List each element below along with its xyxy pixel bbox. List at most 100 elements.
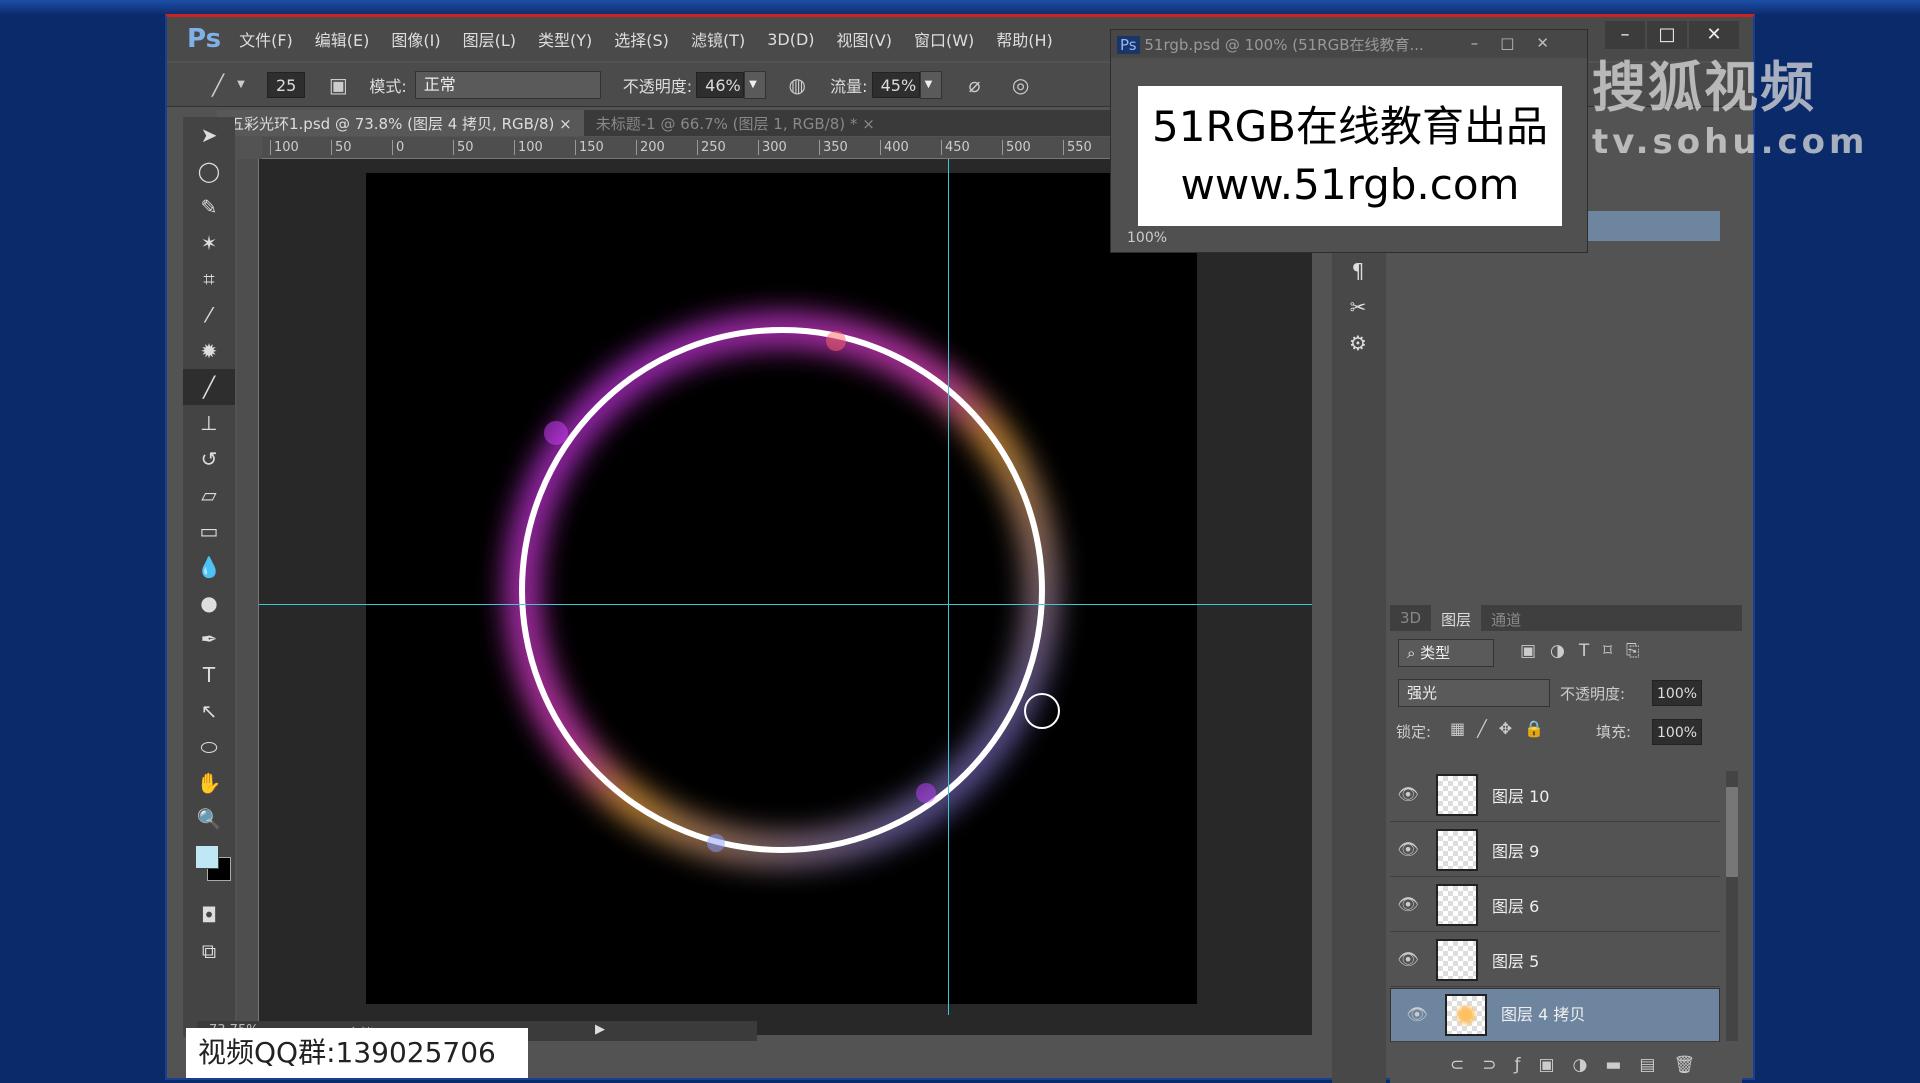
eraser-tool-icon[interactable]: ▱ <box>183 477 235 513</box>
horizontal-guide[interactable] <box>259 604 1312 605</box>
flow-dropdown[interactable]: ▼ <box>919 70 942 99</box>
menu-3d[interactable]: 3D(D) <box>767 30 814 49</box>
menu-type[interactable]: 类型(Y) <box>538 27 592 51</box>
menu-image[interactable]: 图像(I) <box>391 27 440 51</box>
promo-line-1: 51RGB在线教育出品 <box>1152 102 1548 151</box>
tab-layers[interactable]: 图层 <box>1431 605 1482 631</box>
artwork-canvas[interactable] <box>366 173 1197 1004</box>
eye-icon[interactable]: 👁 <box>1399 1002 1435 1028</box>
ellipse-tool-icon[interactable]: ⬭ <box>183 729 235 765</box>
layer-opacity-input[interactable]: 100% <box>1652 680 1702 706</box>
ruler-tick-label: 50 <box>331 140 352 155</box>
menu-help[interactable]: 帮助(H) <box>996 27 1053 51</box>
scrollbar-thumb[interactable] <box>1726 787 1738 877</box>
close-icon[interactable]: × <box>862 115 875 133</box>
mode-label: 模式: <box>369 76 407 96</box>
float-window-controls[interactable]: –□✕ <box>1471 34 1571 52</box>
stamp-tool-icon[interactable]: ⊥ <box>183 405 235 441</box>
lock-icons[interactable]: ▦╱✥🔒 <box>1450 719 1556 738</box>
floating-document-window[interactable]: Ps 51rgb.psd @ 100% (51RGB在线教育... –□✕ 51… <box>1110 29 1588 253</box>
collapsed-panel-strip: A| ¶ ✂ ⚙ <box>1332 217 1386 1083</box>
vertical-guide[interactable] <box>948 159 949 1015</box>
float-zoom[interactable]: 100% <box>1127 230 1167 246</box>
brush-icon[interactable]: ╱ <box>203 73 233 97</box>
watermark-brand: 搜狐视频 <box>1592 56 1816 119</box>
foreground-color[interactable] <box>195 845 219 869</box>
ruler-tick-label: 500 <box>1002 140 1031 155</box>
blur-tool-icon[interactable]: 💧 <box>183 549 235 585</box>
zoom-tool-icon[interactable]: 🔍 <box>183 801 235 837</box>
menu-edit[interactable]: 编辑(E) <box>315 27 370 51</box>
tool-presets-icon[interactable]: ✂ <box>1332 289 1384 325</box>
layer-row[interactable]: 👁 图层 6 <box>1390 878 1720 932</box>
menu-select[interactable]: 选择(S) <box>614 27 669 51</box>
layer-thumbnail <box>1445 994 1487 1036</box>
opacity-dropdown[interactable]: ▼ <box>744 70 767 99</box>
flow-label: 流量: <box>830 76 868 96</box>
float-title-bar[interactable]: Ps 51rgb.psd @ 100% (51RGB在线教育... –□✕ <box>1111 30 1587 58</box>
eye-icon[interactable]: 👁 <box>1390 895 1426 915</box>
healing-tool-icon[interactable]: ✹ <box>183 333 235 369</box>
filter-kind-select[interactable]: ⌕ 类型 <box>1398 639 1494 667</box>
path-select-tool-icon[interactable]: ↖ <box>183 693 235 729</box>
brush-panel-icon[interactable]: ▣ <box>323 73 353 97</box>
eye-icon[interactable]: 👁 <box>1390 950 1426 970</box>
color-swatches[interactable] <box>183 837 235 897</box>
quick-mask-icon[interactable]: ◘ <box>183 897 235 933</box>
layer-row-selected[interactable]: 👁 图层 4 拷贝 <box>1390 988 1720 1042</box>
tab-3d[interactable]: 3D <box>1390 605 1431 631</box>
tab-channels[interactable]: 通道 <box>1481 605 1531 631</box>
clone-source-icon[interactable]: ⚙ <box>1332 325 1384 361</box>
history-brush-tool-icon[interactable]: ↺ <box>183 441 235 477</box>
layer-actions[interactable]: ⊂⊃ƒ▣◑▬▤🗑 <box>1450 1055 1713 1075</box>
lasso-tool-icon[interactable]: ◯ <box>183 153 235 189</box>
gradient-tool-icon[interactable]: ▭ <box>183 513 235 549</box>
chevron-down-icon[interactable]: ▼ <box>233 79 249 90</box>
tab-document-1[interactable]: 五彩光环1.psd @ 73.8% (图层 4 拷贝, RGB/8) × <box>217 110 584 136</box>
eye-icon[interactable]: 👁 <box>1390 840 1426 860</box>
dodge-tool-icon[interactable]: ● <box>183 585 235 621</box>
tab-document-2[interactable]: 未标题-1 @ 66.7% (图层 1, RGB/8) * × <box>584 110 887 136</box>
close-icon[interactable]: × <box>559 115 572 133</box>
quick-select-tool-icon[interactable]: ✎ <box>183 189 235 225</box>
pressure-size-icon[interactable]: ◎ <box>1006 73 1036 97</box>
menu-filter[interactable]: 滤镜(T) <box>691 27 745 51</box>
menu-layer[interactable]: 图层(L) <box>463 27 516 51</box>
pen-tool-icon[interactable]: ✒ <box>183 621 235 657</box>
paragraph-panel-icon[interactable]: ¶ <box>1332 253 1384 289</box>
flow-input[interactable]: 45% <box>871 71 920 98</box>
menu-window[interactable]: 窗口(W) <box>914 27 974 51</box>
magic-wand-tool-icon[interactable]: ✶ <box>183 225 235 261</box>
brush-size[interactable]: 25 <box>267 71 306 98</box>
screen-mode-icon[interactable]: ⧉ <box>183 933 235 969</box>
move-tool-icon[interactable]: ➤ <box>183 117 235 153</box>
layer-row[interactable]: 👁 图层 5 <box>1390 933 1720 987</box>
canvas-area[interactable] <box>259 159 1312 1035</box>
crop-tool-icon[interactable]: ⌗ <box>183 261 235 297</box>
blend-mode-select[interactable]: 强光 <box>1398 679 1550 707</box>
pressure-opacity-icon[interactable]: ◍ <box>782 73 812 97</box>
layer-name: 图层 9 <box>1492 841 1540 861</box>
vertical-ruler <box>237 159 259 1035</box>
ruler-tick-label: 450 <box>941 140 970 155</box>
filter-icons[interactable]: ▣◑T⌑⎘ <box>1520 641 1654 661</box>
promo-image: 51RGB在线教育出品 www.51rgb.com <box>1138 86 1562 226</box>
menu-view[interactable]: 视图(V) <box>837 27 892 51</box>
status-menu-arrow-icon[interactable]: ▶ <box>595 1022 605 1037</box>
layer-row[interactable]: 👁 图层 10 <box>1390 768 1720 822</box>
mode-select[interactable]: 正常 <box>414 70 601 99</box>
layer-row[interactable]: 👁 图层 9 <box>1390 823 1720 877</box>
layer-thumbnail <box>1436 938 1478 981</box>
tab-label: 五彩光环1.psd @ 73.8% (图层 4 拷贝, RGB/8) <box>229 115 555 133</box>
opacity-input[interactable]: 46% <box>696 71 745 98</box>
eyedropper-tool-icon[interactable]: ⁄ <box>183 297 235 333</box>
qq-group-banner: 视频QQ群:139025706 <box>186 1028 528 1078</box>
fill-input[interactable]: 100% <box>1652 719 1702 745</box>
eye-icon[interactable]: 👁 <box>1390 785 1426 805</box>
layers-scrollbar[interactable] <box>1726 771 1738 1041</box>
airbrush-icon[interactable]: ⌀ <box>960 73 990 97</box>
brush-tool-icon[interactable]: ╱ <box>183 369 235 405</box>
hand-tool-icon[interactable]: ✋ <box>183 765 235 801</box>
menu-file[interactable]: 文件(F) <box>239 27 293 51</box>
type-tool-icon[interactable]: T <box>183 657 235 693</box>
